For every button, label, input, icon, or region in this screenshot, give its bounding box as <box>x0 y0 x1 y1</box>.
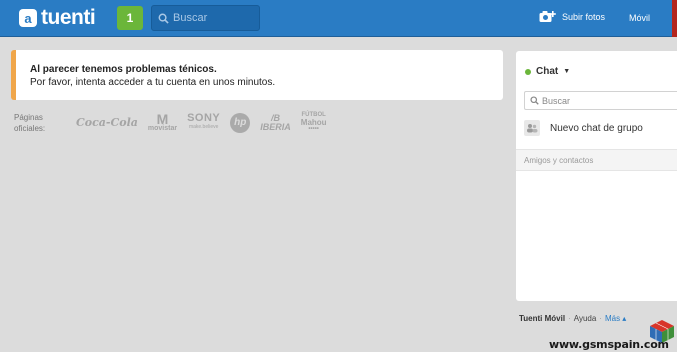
chat-header[interactable]: Chat ▼ <box>525 66 570 77</box>
search-icon <box>158 13 169 24</box>
iberia-logo[interactable]: /B IBERIA <box>260 113 291 132</box>
top-search-input[interactable] <box>173 12 255 24</box>
camera-plus-icon <box>539 11 556 22</box>
logo-badge-icon: a <box>19 9 37 27</box>
sony-logo[interactable]: SONY make.believe <box>187 112 220 132</box>
hp-logo[interactable]: hp <box>230 112 251 133</box>
new-group-chat-label: Nuevo chat de grupo <box>550 122 643 134</box>
chat-title: Chat <box>536 66 559 77</box>
contacts-section-header: Amigos y contactos <box>516 149 677 171</box>
top-navigation-bar: a tuenti 1 Subir fotos Móvil <box>0 0 677 37</box>
cocacola-logo[interactable]: Coca-Cola <box>76 116 138 129</box>
chat-panel: Chat ▼ Nuevo chat de grupo Amigos y cont… <box>516 51 677 301</box>
alert-message: Por favor, intenta acceder a tu cuenta e… <box>30 77 276 88</box>
tuenti-logo[interactable]: a tuenti <box>19 6 96 29</box>
technical-problems-alert: Al parecer tenemos problemas ténicos. Po… <box>11 50 503 100</box>
chat-search-box[interactable] <box>524 91 677 110</box>
futbol-mahou-logo[interactable]: FÚTBOL Mahou ••••• <box>301 112 327 133</box>
official-pages-label: Páginas oficiales: <box>14 113 46 133</box>
contacts-label: Amigos y contactos <box>524 155 594 165</box>
alert-title: Al parecer tenemos problemas ténicos. <box>30 64 217 75</box>
notifications-badge[interactable]: 1 <box>117 6 143 30</box>
mobile-link[interactable]: Móvil <box>629 13 650 23</box>
chevron-down-icon: ▼ <box>563 68 571 75</box>
footer-more-link[interactable]: Más ▴ <box>605 314 626 323</box>
logo-text: tuenti <box>41 6 96 29</box>
movistar-logo[interactable]: M movistar <box>148 112 177 133</box>
upload-photos-link[interactable]: Subir fotos <box>539 10 605 23</box>
footer-links: Tuenti Móvil · Ayuda · Más ▴ <box>519 314 627 323</box>
upload-photos-label: Subir fotos <box>562 11 606 22</box>
footer-help-link[interactable]: Ayuda <box>574 314 597 323</box>
chat-search-input[interactable] <box>542 95 672 106</box>
official-brands-list: Coca-Cola M movistar SONY make.believe h… <box>76 112 327 133</box>
group-users-icon <box>524 120 540 136</box>
footer-mobile-link[interactable]: Tuenti Móvil <box>519 314 565 323</box>
search-icon <box>530 96 539 105</box>
online-status-icon <box>525 68 531 75</box>
profile-edge[interactable] <box>672 0 677 37</box>
watermark-text: www.gsmspain.com <box>549 338 669 351</box>
new-group-chat-button[interactable]: Nuevo chat de grupo <box>524 118 643 138</box>
top-search-box[interactable] <box>151 5 260 31</box>
